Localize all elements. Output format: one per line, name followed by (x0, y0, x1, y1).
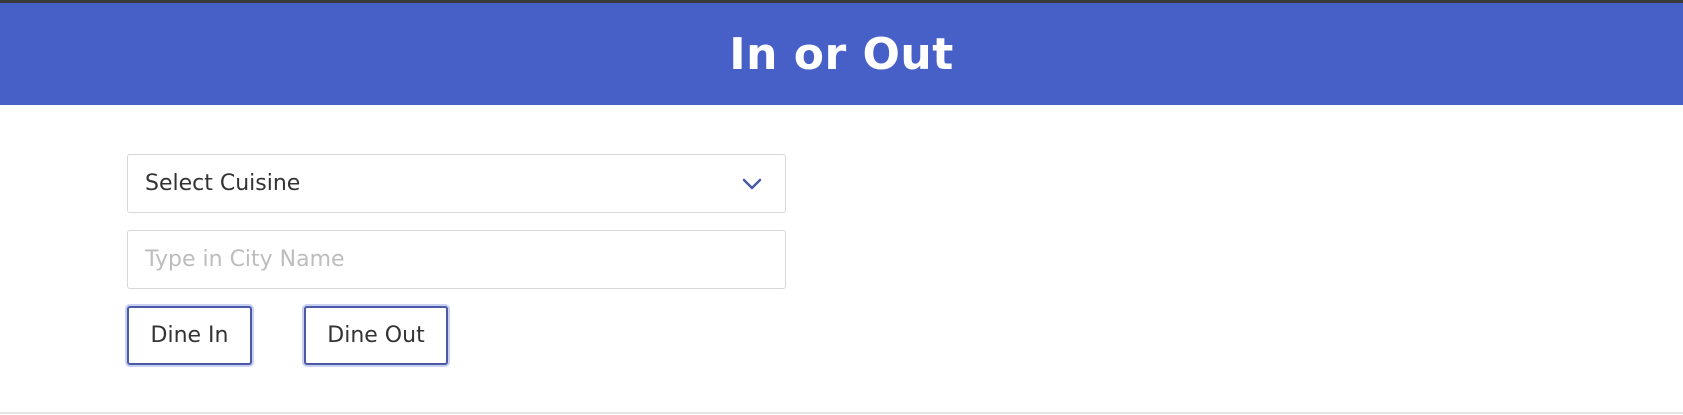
bottom-divider (0, 412, 1683, 414)
cuisine-select[interactable]: Select Cuisine (127, 154, 786, 213)
cuisine-select-value: Select Cuisine (145, 171, 301, 196)
chevron-down-icon (742, 178, 762, 190)
dine-out-button[interactable]: Dine Out (304, 306, 448, 365)
app-header: In or Out (0, 3, 1683, 105)
page-title: In or Out (729, 28, 954, 80)
dine-in-button[interactable]: Dine In (127, 306, 252, 365)
city-name-input[interactable] (127, 230, 786, 289)
